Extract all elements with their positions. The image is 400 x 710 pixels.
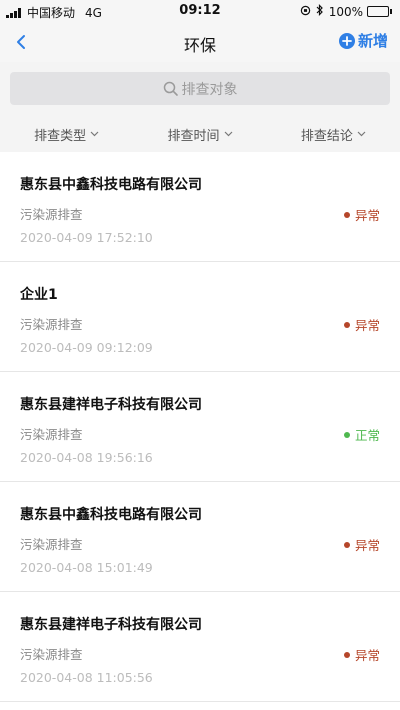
search-placeholder: 排查对象 (181, 81, 238, 98)
company-name: 惠东县中鑫科技电路有限公司 (20, 177, 202, 193)
nav-bar: 环保 新增 (0, 22, 400, 62)
bluetooth-icon (316, 4, 324, 19)
status-dot (343, 541, 350, 548)
inspection-time: 2020-04-08 19:56:16 (20, 450, 153, 465)
status-label: 异常 (354, 208, 380, 223)
battery-icon (367, 6, 392, 17)
company-name: 企业1 (20, 287, 58, 303)
inspection-time: 2020-04-09 17:52:10 (20, 230, 153, 245)
battery-percent: 100% (328, 4, 363, 19)
status-right: 100% (300, 4, 392, 19)
status-badge: 异常 (343, 645, 380, 664)
company-name: 惠东县建祥电子科技有限公司 (20, 397, 202, 413)
status-dot (343, 211, 350, 218)
status-dot (343, 651, 350, 658)
status-badge: 异常 (343, 315, 380, 334)
list-item[interactable]: 惠东县中鑫科技电路有限公司 污染源排查 2020-04-09 17:52:10 … (0, 152, 400, 262)
search-icon (163, 81, 178, 96)
add-button-label: 新增 (357, 32, 388, 50)
filter-type-label: 排查类型 (34, 128, 87, 144)
filter-conclusion[interactable]: 排查结论 (267, 116, 400, 152)
chevron-down-icon (357, 131, 366, 137)
add-button[interactable]: 新增 (338, 30, 388, 51)
chevron-down-icon (224, 131, 232, 137)
status-label: 异常 (354, 318, 380, 333)
filter-bar: 排查类型 排查时间 排查结论 (0, 116, 400, 152)
status-badge: 异常 (343, 205, 380, 224)
status-label: 正常 (354, 428, 380, 443)
chevron-down-icon (90, 131, 99, 137)
orientation-lock-icon (300, 5, 311, 19)
company-name: 惠东县中鑫科技电路有限公司 (20, 507, 202, 523)
status-dot (343, 431, 350, 438)
status-badge: 正常 (343, 425, 380, 444)
filter-time-label: 排查时间 (167, 128, 220, 144)
inspection-type: 污染源排查 (20, 647, 83, 662)
inspection-time: 2020-04-08 15:01:49 (20, 560, 153, 575)
filter-time[interactable]: 排查时间 (133, 116, 266, 152)
company-name: 惠东县建祥电子科技有限公司 (20, 617, 202, 633)
status-dot (343, 321, 350, 328)
inspection-type: 污染源排查 (20, 317, 83, 332)
status-badge: 异常 (343, 535, 380, 554)
search-input[interactable]: 排查对象 (10, 72, 390, 105)
inspection-type: 污染源排查 (20, 207, 83, 222)
inspection-type: 污染源排查 (20, 537, 83, 552)
inspection-time: 2020-04-08 11:05:56 (20, 670, 153, 685)
list-item[interactable]: 企业1 污染源排查 2020-04-09 09:12:09 异常 (0, 262, 400, 372)
plus-circle-icon (338, 32, 355, 49)
filter-conclusion-label: 排查结论 (300, 128, 353, 144)
filter-type[interactable]: 排查类型 (0, 116, 133, 152)
status-label: 异常 (354, 538, 380, 553)
search-area: 排查对象 (0, 62, 400, 116)
inspection-time: 2020-04-09 09:12:09 (20, 340, 153, 355)
list-item[interactable]: 惠东县建祥电子科技有限公司 污染源排查 2020-04-08 11:05:56 … (0, 592, 400, 702)
status-label: 异常 (354, 648, 380, 663)
status-bar: 中国移动 4G 09:12 100% (0, 0, 400, 22)
list-item[interactable]: 惠东县建祥电子科技有限公司 污染源排查 2020-04-08 19:56:16 … (0, 372, 400, 482)
list-item[interactable]: 惠东县中鑫科技电路有限公司 污染源排查 2020-04-08 15:01:49 … (0, 482, 400, 592)
inspection-list: 惠东县中鑫科技电路有限公司 污染源排查 2020-04-09 17:52:10 … (0, 152, 400, 702)
inspection-type: 污染源排查 (20, 427, 83, 442)
